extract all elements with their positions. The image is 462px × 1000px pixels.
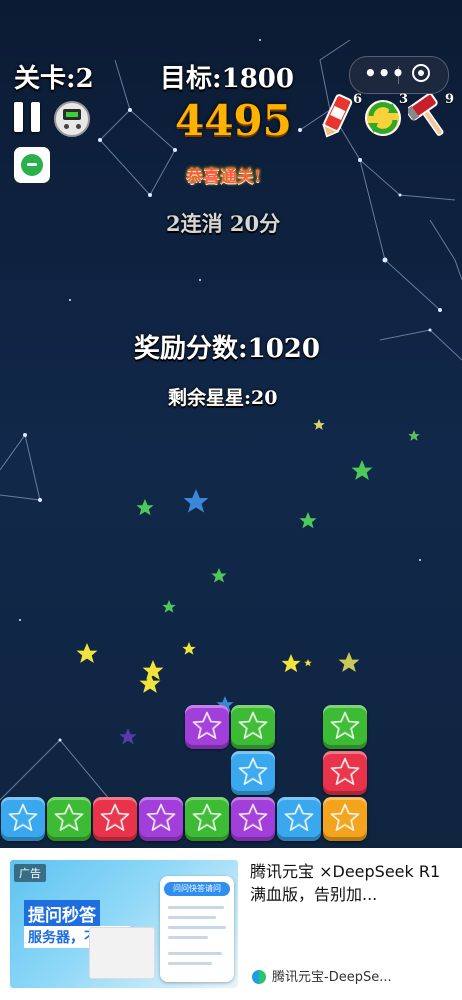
star-icon <box>54 803 84 831</box>
ad-book-illustration <box>90 928 154 978</box>
yuanbao-logo-icon <box>252 970 266 984</box>
star-icon <box>146 803 176 831</box>
star-block-green[interactable] <box>185 797 229 841</box>
star-icon <box>238 803 268 831</box>
ad-card-line <box>168 906 224 909</box>
star-block-red[interactable] <box>93 797 137 841</box>
star-block-red[interactable] <box>323 751 367 795</box>
star-icon <box>330 711 360 739</box>
ad-card-line <box>168 962 212 965</box>
ad-card-line <box>168 926 226 929</box>
star-block-blue[interactable] <box>1 797 45 841</box>
star-icon <box>8 803 38 831</box>
ad-card-line <box>168 936 208 939</box>
star-icon <box>100 803 130 831</box>
star-block-purple[interactable] <box>231 797 275 841</box>
ad-card-title: 问问快答请问 <box>164 882 230 896</box>
star-block-green[interactable] <box>231 705 275 749</box>
star-block-green[interactable] <box>47 797 91 841</box>
ad-title[interactable]: 腾讯元宝 ×DeepSeek R1满血版，告别加... <box>250 860 450 906</box>
ad-badge: 广告 <box>14 864 46 882</box>
ad-card-line <box>168 916 216 919</box>
ad-source[interactable]: 腾讯元宝-DeepSe... <box>272 966 392 985</box>
star-block-blue[interactable] <box>277 797 321 841</box>
ad-card-line <box>168 952 222 955</box>
ad-image[interactable]: 广告 提问秒答 服务器，不繁忙 问问快答请问 <box>10 860 238 988</box>
star-icon <box>238 711 268 739</box>
star-block-green[interactable] <box>323 705 367 749</box>
ad-image-headline: 提问秒答 <box>24 900 100 927</box>
star-block-purple[interactable] <box>185 705 229 749</box>
star-icon <box>330 803 360 831</box>
star-icon <box>238 757 268 785</box>
ad-phone-card: 问问快答请问 <box>160 876 234 982</box>
star-icon <box>192 711 222 739</box>
star-board <box>0 0 462 848</box>
star-block-purple[interactable] <box>139 797 183 841</box>
game-canvas[interactable]: 关卡:2 目标:1800 4495 恭喜通关! 2连消 20分 奖励分数:102… <box>0 0 462 848</box>
star-icon <box>192 803 222 831</box>
star-block-orange[interactable] <box>323 797 367 841</box>
star-icon <box>330 757 360 785</box>
star-icon <box>284 803 314 831</box>
star-block-blue[interactable] <box>231 751 275 795</box>
